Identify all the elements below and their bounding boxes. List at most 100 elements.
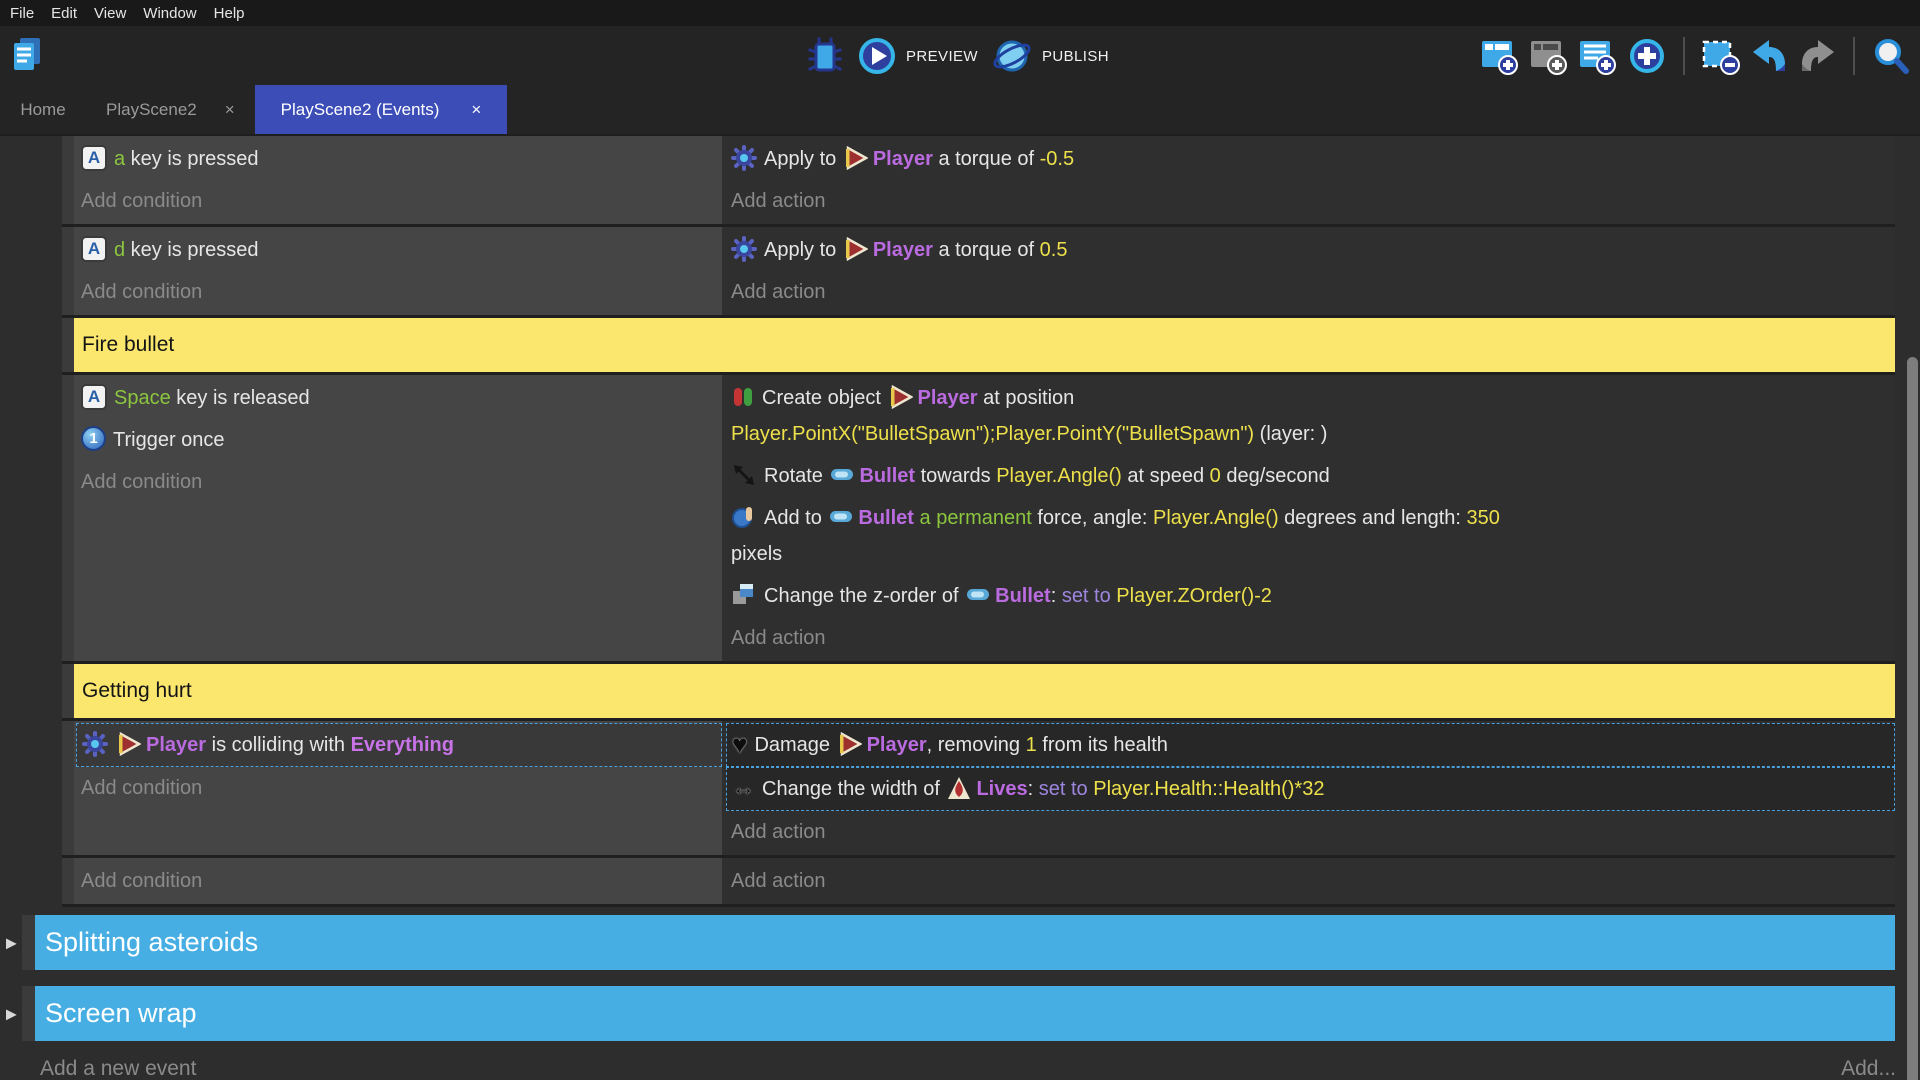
text-segment: Apply to [764,239,842,261]
event-drag-handle[interactable] [62,136,74,224]
expand-arrow-icon[interactable]: ▶ [6,1005,17,1022]
add-action-button[interactable]: Add action [726,271,1895,313]
player-icon [838,732,862,756]
text-segment: Player.ZOrder()-2 [1116,585,1272,607]
comment-text[interactable]: Getting hurt [74,664,1895,718]
main-toolbar: PREVIEW PUBLISH [0,26,1920,85]
add-condition-button[interactable]: Add condition [76,271,722,313]
text-segment: Player [867,734,927,756]
event-drag-handle[interactable] [62,721,74,855]
action-line[interactable]: Add to Bullet a permanent force, angle: … [726,497,1895,575]
menu-view[interactable]: View [94,5,126,22]
action-line[interactable]: ↔Change the width of Lives: set to Playe… [726,767,1895,811]
text-segment: key is pressed [125,148,258,170]
text-segment: Player [873,239,933,261]
undo-button[interactable] [1749,38,1789,74]
action-line[interactable]: Rotate Bullet towards Player.Angle() at … [726,455,1895,497]
text-segment: Create object [762,387,887,409]
condition-line[interactable]: Aa key is pressed [76,138,722,180]
event-getting-hurt: Player is colliding with EverythingAdd c… [62,721,1895,858]
bullet-icon [829,510,853,523]
physics-icon [731,145,757,171]
condition-line[interactable]: ASpace key is released [76,377,722,419]
menu-window[interactable]: Window [143,5,196,22]
condition-line[interactable]: Player is colliding with Everything [76,723,722,767]
text-segment: Bullet [858,507,914,529]
publish-button[interactable]: PUBLISH [991,36,1109,76]
redo-button[interactable] [1798,38,1838,74]
group-header[interactable]: Screen wrap [35,986,1895,1041]
vertical-scrollbar[interactable] [1907,357,1918,1080]
debug-icon[interactable] [806,36,844,76]
text-segment: Everything [351,734,454,756]
event-drag-handle[interactable] [62,227,74,315]
action-line[interactable]: Apply to Player a torque of -0.5 [726,138,1895,180]
add-condition-button[interactable]: Add condition [76,860,722,902]
choose-add-event-button[interactable] [1626,35,1668,77]
condition-line[interactable]: Ad key is pressed [76,229,722,271]
comment-text[interactable]: Fire bullet [74,318,1895,372]
menu-file[interactable]: File [10,5,34,22]
text-segment: Change the z-order of [764,585,964,607]
add-action-button[interactable]: Add action [726,860,1895,902]
actions-cell: Apply to Player a torque of -0.5Add acti… [722,136,1895,224]
force-icon [731,504,757,530]
keyboard-icon: A [81,236,107,262]
text-segment: a permanent [914,507,1032,529]
search-button[interactable] [1870,35,1912,77]
event-drag-handle[interactable] [22,915,35,970]
action-line[interactable]: Change the z-order of Bullet: set to Pla… [726,575,1895,617]
add-condition-button[interactable]: Add condition [76,180,722,222]
close-icon[interactable]: × [225,101,235,118]
add-condition-button[interactable]: Add condition [76,767,722,809]
group-row: ▶Splitting asteroids [22,915,1895,970]
conditions-cell: Add condition [74,858,722,904]
event-drag-handle[interactable] [62,318,74,372]
close-icon[interactable]: × [471,101,481,118]
add-condition-button[interactable]: Add condition [76,461,722,503]
conditions-cell: Player is colliding with EverythingAdd c… [74,721,722,855]
gdevelop-window: File Edit View Window Help [0,0,1920,1080]
damage-heart-icon: ♥ [732,731,747,757]
group-header[interactable]: Splitting asteroids [35,915,1895,970]
add-button[interactable]: Add... [1841,1057,1896,1080]
text-segment: deg/second [1221,465,1330,487]
tab-home[interactable]: Home [0,85,86,134]
physics-icon [731,236,757,262]
event-drag-handle[interactable] [62,858,74,904]
events-sheet: Aa key is pressedAdd conditionApply to P… [0,134,1920,1080]
text-segment: 0 [1210,465,1221,487]
menu-edit[interactable]: Edit [51,5,77,22]
keyboard-icon: A [81,145,107,171]
expand-arrow-icon[interactable]: ▶ [6,934,17,951]
preview-label: PREVIEW [906,48,978,65]
text-segment: force, angle: [1032,507,1153,529]
tab-playscene2[interactable]: PlayScene2 × [86,85,255,134]
add-new-event-button[interactable]: Add a new event [40,1057,196,1080]
action-line[interactable]: Apply to Player a torque of 0.5 [726,229,1895,271]
text-segment: Damage [754,734,835,756]
action-line[interactable]: ♥Damage Player, removing 1 from its heal… [726,723,1895,767]
project-manager-icon[interactable] [8,35,46,75]
text-segment: (layer: ) [1254,423,1327,445]
zorder-icon [731,582,757,608]
add-action-button[interactable]: Add action [726,617,1895,659]
event-drag-handle[interactable] [62,375,74,661]
action-line[interactable]: Create object Player at position Player.… [726,377,1895,455]
add-subevent-button[interactable] [1528,36,1568,76]
text-segment: from its health [1037,734,1168,756]
toolbar-separator [1853,37,1855,75]
preview-button[interactable]: PREVIEW [857,36,978,76]
text-segment: key is released [171,387,310,409]
event-drag-handle[interactable] [62,664,74,718]
tab-playscene2-events[interactable]: PlayScene2 (Events) × [255,85,508,134]
text-segment: degrees and length: [1279,507,1467,529]
menu-help[interactable]: Help [214,5,245,22]
add-action-button[interactable]: Add action [726,811,1895,853]
condition-line[interactable]: 1Trigger once [76,419,722,461]
add-event-button[interactable] [1479,36,1519,76]
add-comment-button[interactable] [1577,36,1617,76]
event-drag-handle[interactable] [22,986,35,1041]
add-action-button[interactable]: Add action [726,180,1895,222]
remove-event-button[interactable] [1700,36,1740,76]
